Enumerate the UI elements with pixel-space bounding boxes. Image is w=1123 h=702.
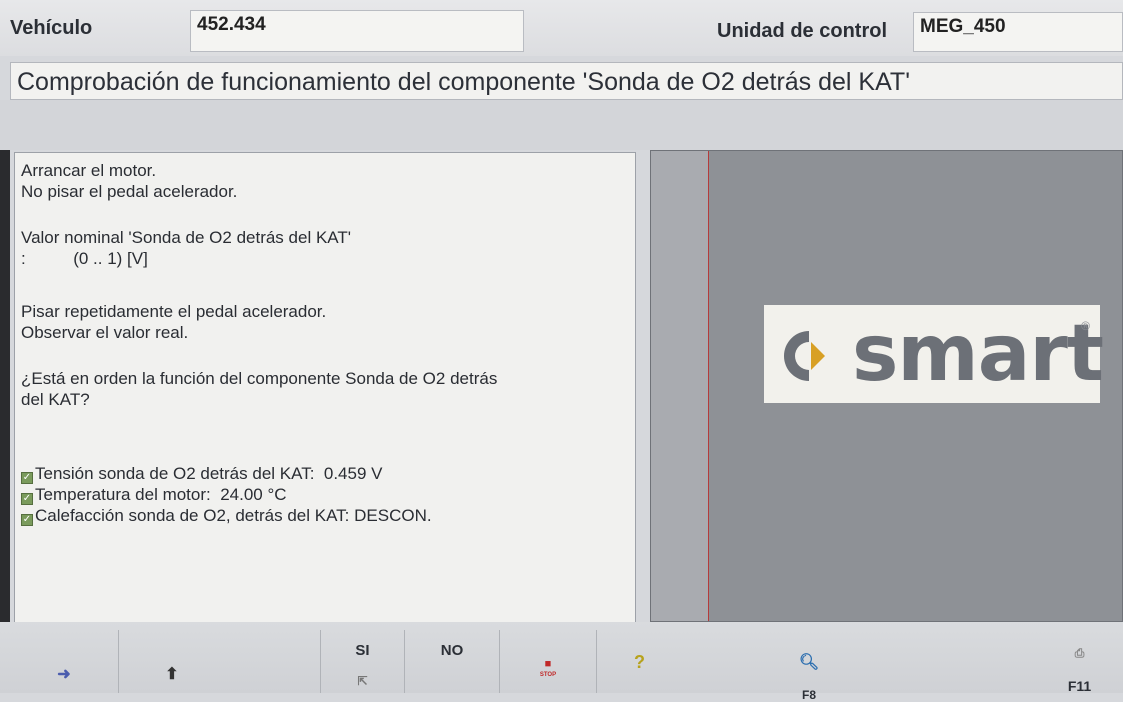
control-unit-label: Unidad de control <box>717 20 887 42</box>
panel-strip <box>651 151 709 621</box>
registered-mark: ® <box>1081 319 1090 333</box>
help-button[interactable]: ? <box>596 630 682 693</box>
reading-row: ✓ Temperatura del motor: 24.00 °C <box>21 484 287 505</box>
help-icon: ? <box>634 652 645 672</box>
f8-label: F8 <box>801 688 816 702</box>
f11-button[interactable]: ⎙ F11 <box>1036 630 1123 694</box>
screen-bezel <box>0 150 10 622</box>
nominal-value-row: : (0 .. 1) [V] <box>21 248 148 269</box>
spacer-band <box>0 100 1123 150</box>
function-toolbar: ➜ ⬆ SI ⇱ NO ■ STOP ? 🔍︎ F8 ⎙ F11 <box>0 622 1123 702</box>
logo-panel: smart ® <box>650 150 1123 622</box>
reading-label: Calefacción sonda de O2, detrás del KAT: <box>35 506 350 525</box>
smart-logo: smart ® <box>764 305 1104 403</box>
instruction-start-engine: Arrancar el motor. <box>21 161 157 180</box>
smart-logo-icon <box>783 331 825 381</box>
nominal-value-label: Valor nominal 'Sonda de O2 detrás del KA… <box>21 228 351 247</box>
reading-row: ✓ Tensión sonda de O2 detrás del KAT: 0.4… <box>21 463 382 484</box>
control-unit-field: MEG_450 <box>913 12 1123 52</box>
reading-row: ✓ Calefacción sonda de O2, detrás del KAT… <box>21 505 432 526</box>
reading-label: Tensión sonda de O2 detrás del KAT: <box>35 464 315 483</box>
back-button[interactable]: ➜ <box>10 630 118 693</box>
check-icon: ✓ <box>21 493 33 505</box>
nominal-value: (0 .. 1) [V] <box>73 249 148 268</box>
question-line-2: del KAT? <box>21 390 90 409</box>
arrow-up-icon: ⬆ <box>165 666 179 683</box>
reading-value: DESCON. <box>354 506 432 525</box>
reading-value: 0.459 V <box>323 464 383 483</box>
yes-button[interactable]: SI ⇱ <box>320 630 404 693</box>
instruction-no-pedal: No pisar el pedal acelerador. <box>21 182 238 201</box>
search-icon: 🔍︎ <box>798 654 820 671</box>
question-line-1: ¿Está en orden la función del componente… <box>21 369 498 388</box>
stop-button[interactable]: ■ STOP <box>499 630 596 693</box>
logo-wordmark: smart <box>852 309 1104 399</box>
check-icon: ✓ <box>21 472 33 484</box>
search-button[interactable]: 🔍︎ F8 <box>769 630 849 702</box>
instruction-press-pedal: Pisar repetidamente el pedal acelerador. <box>21 302 327 321</box>
check-icon: ✓ <box>21 514 33 526</box>
vehicle-field: 452.434 <box>190 10 524 52</box>
cursor-icon: ⇱ <box>357 674 368 688</box>
instructions-panel[interactable]: Arrancar el motor. No pisar el pedal ace… <box>14 152 636 632</box>
reading-label: Temperatura del motor: <box>35 485 211 504</box>
no-label: NO <box>440 642 464 659</box>
reading-value: 24.00 °C <box>220 485 287 504</box>
instruction-observe: Observar el valor real. <box>21 323 189 342</box>
page-title: Comprobación de funcionamiento del compo… <box>10 62 1123 100</box>
f11-label: F11 <box>1067 678 1092 694</box>
header-bar: Vehículo 452.434 Unidad de control MEG_4… <box>0 0 1123 56</box>
stop-icon: ■ <box>544 658 552 670</box>
stop-caption: STOP <box>539 672 557 678</box>
yes-label: SI <box>355 642 370 659</box>
up-button[interactable]: ⬆ <box>118 630 225 693</box>
nominal-prefix: : <box>21 249 26 268</box>
print-icon: ⎙ <box>1074 646 1085 660</box>
exit-icon: ➜ <box>57 666 71 683</box>
no-button[interactable]: NO <box>404 630 499 693</box>
vehicle-label: Vehículo <box>10 17 93 39</box>
